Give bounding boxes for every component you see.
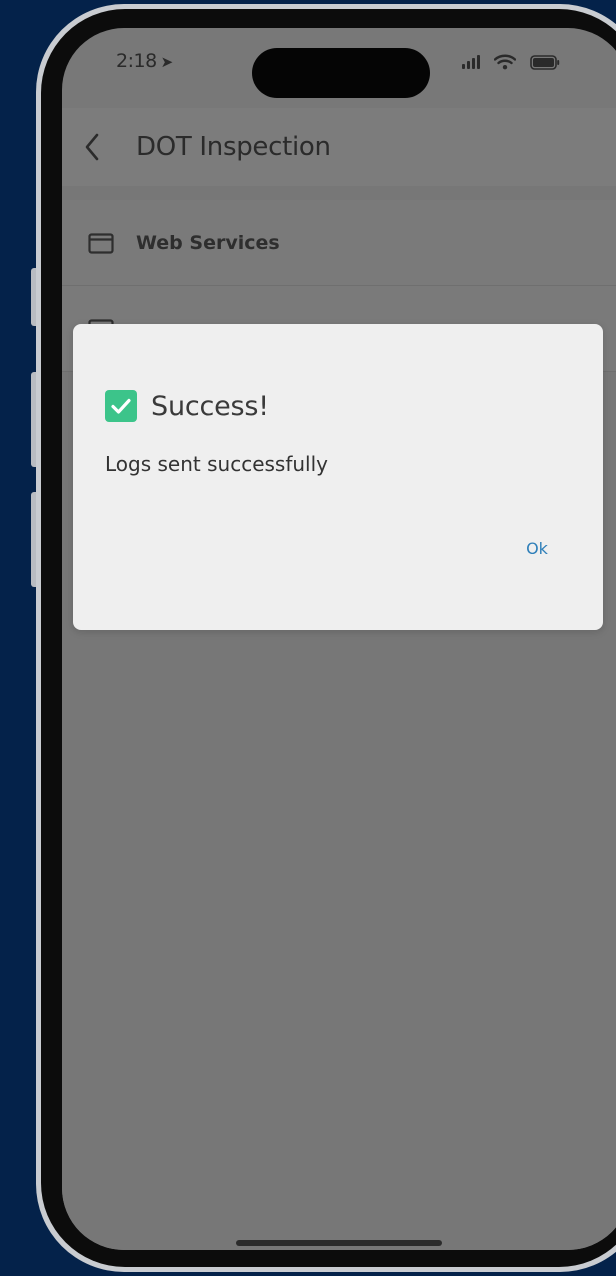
success-dialog: Success! Logs sent successfully Ok xyxy=(73,324,603,630)
dialog-message: Logs sent successfully xyxy=(105,452,328,476)
ok-button[interactable]: Ok xyxy=(511,530,563,566)
status-time: 2:18 ➤ xyxy=(116,50,173,72)
location-arrow-icon: ➤ xyxy=(160,53,174,71)
phone-screen: 2:18 ➤ DOT Inspection Web Services xyxy=(62,28,616,1250)
back-button[interactable] xyxy=(66,121,118,173)
home-indicator[interactable] xyxy=(236,1240,442,1246)
check-icon xyxy=(105,390,137,422)
status-icons xyxy=(462,54,560,70)
device-mockup: 2:18 ➤ DOT Inspection Web Services Succe… xyxy=(0,0,616,1276)
list-item-label: Web Services xyxy=(136,231,280,254)
page-title: DOT Inspection xyxy=(136,132,331,162)
cellular-signal-icon xyxy=(462,55,480,69)
dialog-title-row: Success! xyxy=(105,390,269,422)
dialog-title: Success! xyxy=(151,390,269,422)
list-item-web-services[interactable]: Web Services xyxy=(62,200,616,286)
calendar-icon xyxy=(88,232,114,254)
chevron-left-icon xyxy=(85,133,99,161)
battery-icon xyxy=(530,54,560,70)
wifi-icon xyxy=(494,54,516,70)
status-time-text: 2:18 xyxy=(116,50,157,72)
app-header: DOT Inspection xyxy=(62,108,616,186)
dynamic-island xyxy=(252,48,430,98)
